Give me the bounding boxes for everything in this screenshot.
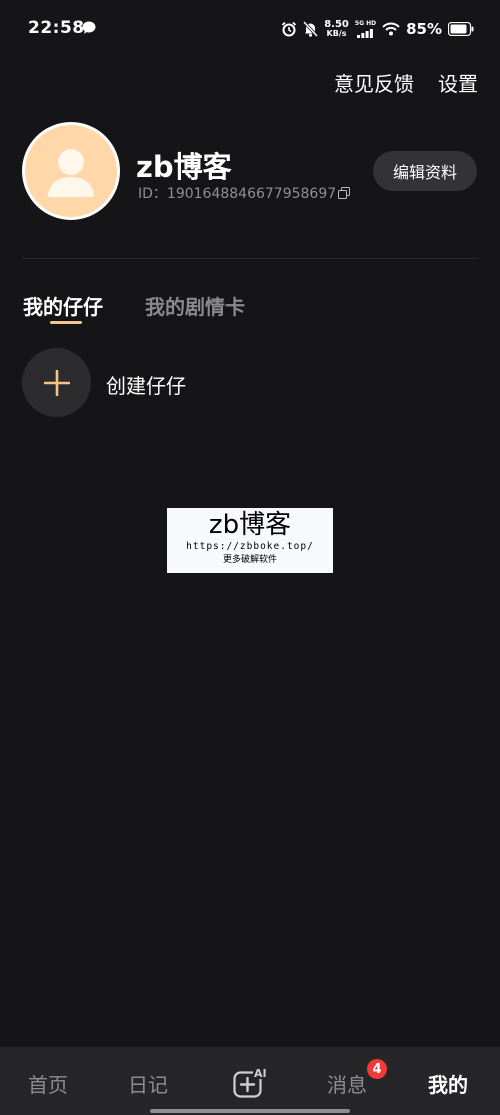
divider [22, 258, 478, 259]
watermark-url: https://zbboke.top/ [186, 541, 314, 552]
settings-link[interactable]: 设置 [438, 68, 478, 97]
watermark: zb博客 https://zbboke.top/ 更多破解软件 [167, 508, 333, 573]
signal-icon [357, 28, 374, 38]
battery-percent: 85% [406, 20, 442, 38]
tab-my-story-cards[interactable]: 我的剧情卡 [145, 291, 245, 320]
net-speed-unit: KB/s [326, 29, 347, 38]
bell-off-icon [303, 21, 319, 37]
ai-plus-icon[interactable]: AI [233, 1066, 269, 1098]
active-tab-indicator [50, 321, 82, 324]
avatar[interactable] [22, 122, 120, 220]
svg-text:AI: AI [254, 1067, 267, 1080]
edit-profile-button[interactable]: 编辑资料 [373, 151, 477, 191]
battery-icon [448, 22, 474, 36]
alarm-icon [282, 21, 297, 37]
user-id-row: ID：1901648846677958697 [138, 183, 351, 203]
tab-my-zaizai[interactable]: 我的仔仔 [23, 291, 103, 320]
nav-home[interactable]: 首页 [28, 1069, 68, 1098]
plus-icon [43, 369, 70, 396]
user-id: ID：1901648846677958697 [138, 186, 337, 202]
top-actions: 意见反馈 设置 [334, 68, 478, 97]
net-speed: 8.50 KB/s [324, 20, 349, 38]
copy-icon[interactable] [338, 187, 351, 199]
create-zaizai-button[interactable] [22, 348, 91, 417]
create-zaizai-label[interactable]: 创建仔仔 [106, 370, 186, 399]
nav-mine[interactable]: 我的 [428, 1069, 468, 1098]
status-icons: 8.50 KB/s 5G HD 85% [281, 17, 474, 41]
status-bar: 22:58 8.50 KB/s 5G HD 85% [0, 0, 500, 60]
nav-messages[interactable]: 消息 [327, 1069, 367, 1098]
messages-badge: 4 [367, 1059, 387, 1079]
nav-diary[interactable]: 日记 [128, 1069, 168, 1098]
wifi-icon [382, 22, 400, 36]
status-time: 22:58 [28, 18, 85, 38]
watermark-title: zb博客 [208, 510, 292, 540]
network-type: 5G HD [354, 19, 377, 27]
bottom-nav: 首页 日记 AI 消息 4 我的 [0, 1047, 500, 1115]
home-indicator [150, 1109, 350, 1113]
username: zb博客 [136, 150, 232, 184]
feedback-link[interactable]: 意见反馈 [334, 68, 414, 97]
watermark-subtitle: 更多破解软件 [222, 555, 277, 565]
chat-bubble-icon [82, 21, 96, 34]
profile-page: 22:58 8.50 KB/s 5G HD 85% 意见反馈 设置 zb博客 I… [0, 0, 500, 1115]
default-avatar-icon [48, 149, 94, 197]
network-indicator: 5G HD [354, 19, 377, 38]
